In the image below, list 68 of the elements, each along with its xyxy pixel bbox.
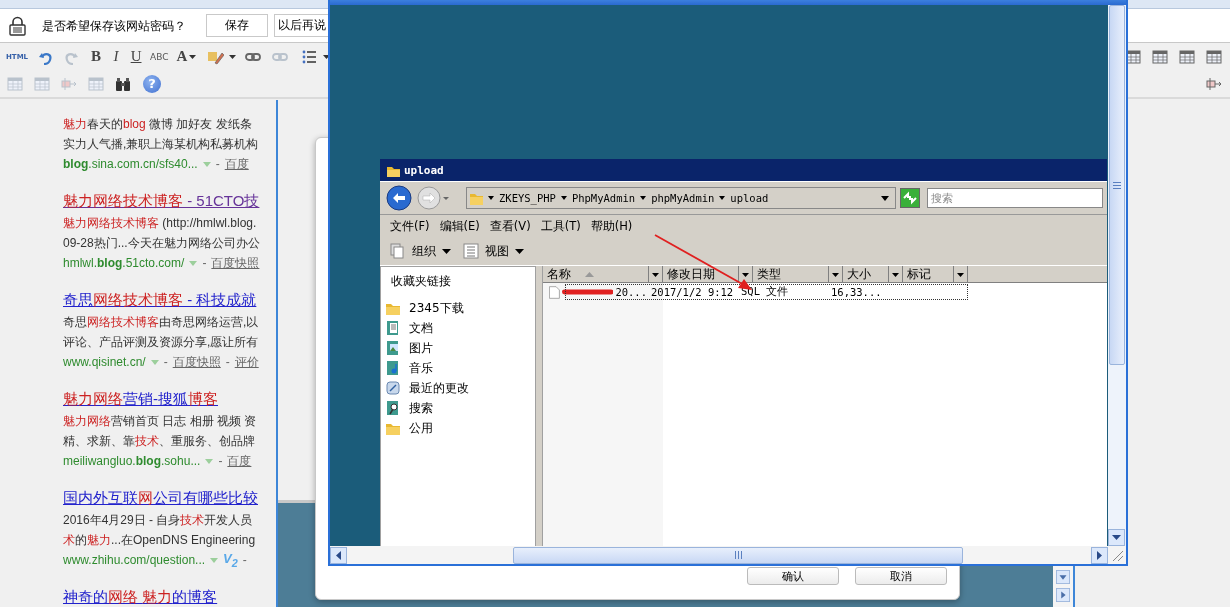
later-button[interactable]: 以后再说	[274, 14, 330, 37]
result-url: hmlwl.blog.51cto.com/	[63, 256, 185, 270]
separator-dash: -	[163, 355, 168, 369]
result-snippet: 术的魅力...在OpenDNS Engineering	[63, 532, 256, 549]
favorite-item[interactable]: 2345下载	[385, 298, 464, 318]
format-button[interactable]: U	[128, 45, 145, 68]
result-url: www.zhihu.com/question...	[63, 553, 206, 567]
format-button[interactable]: ABC	[148, 45, 171, 68]
column-header[interactable]: 名称	[543, 266, 649, 282]
favorite-item[interactable]: 最近的更改	[385, 378, 469, 398]
breadcrumb-item[interactable]: upload	[730, 192, 769, 204]
breadcrumb-item[interactable]: ZKEYS_PHP	[499, 192, 556, 204]
menu-item[interactable]: 查看(V)	[489, 218, 531, 234]
result-title-link[interactable]: 魅力网络营销-搜狐博客	[63, 390, 218, 408]
result-snippet: 魅力网络技术博客 (http://hmlwl.blog.	[63, 215, 257, 232]
result-url: www.qisinet.cn/	[63, 355, 146, 369]
result-snippet: 奇思网络技术博客由奇思网络运营,以	[63, 314, 259, 331]
save-button[interactable]: 保存	[206, 14, 268, 37]
result-snippet: 魅力网络营销首页 日志 相册 视频 资	[63, 413, 257, 430]
result-snippet: 精、求新、靠技术、重服务、创品牌	[63, 433, 255, 450]
separator-dash: -	[215, 157, 220, 171]
result-url: meiliwangluo.blog.sohu...	[63, 454, 201, 468]
file-modified-date: 2017/1/2 9:12	[650, 286, 735, 298]
window-title: upload	[404, 163, 444, 177]
breadcrumb-item[interactable]: PhpMyAdmin	[571, 192, 636, 204]
favorite-item[interactable]: 音乐	[385, 358, 433, 378]
result-snippet: 09-28热门...今天在魅力网络公司办公	[63, 235, 260, 252]
breadcrumb-item[interactable]: phpMyAdmin	[651, 192, 715, 204]
search-field[interactable]: 搜索	[927, 188, 1103, 208]
v-rank-label: V$_{2}$	[223, 551, 238, 569]
favorite-item[interactable]: 文档	[385, 318, 433, 338]
password-prompt: 是否希望保存该网站密码？	[42, 17, 186, 34]
favorite-item[interactable]: 图片	[385, 338, 433, 358]
separator-dash: -	[225, 355, 230, 369]
menu-item[interactable]: 帮助(H)	[590, 218, 633, 234]
toolbar-button[interactable]: 视图	[463, 242, 524, 260]
column-header[interactable]: 大小	[843, 266, 889, 282]
separator-dash: -	[202, 256, 207, 270]
separator-dash: -	[242, 553, 247, 567]
confirm-button[interactable]: 确认	[747, 567, 839, 585]
result-snippet: 魅力春天的blog 微博 加好友 发纸条	[63, 116, 252, 133]
address-bar[interactable]: ZKEYS_PHP PhpMyAdmin phpMyAdmin upload	[466, 187, 896, 209]
format-button[interactable]: B	[88, 45, 105, 68]
snapshot-link[interactable]: 百度快照	[172, 353, 221, 371]
menu-item[interactable]: 编辑(E)	[439, 218, 480, 234]
result-url: blog.sina.com.cn/sfs40...	[63, 157, 198, 171]
column-header[interactable]: 标记	[903, 266, 954, 282]
file-name: 20...	[615, 286, 647, 298]
menu-item[interactable]: 文件(F)	[390, 218, 430, 234]
file-size: 16,33...	[830, 286, 883, 298]
column-header[interactable]: 类型	[753, 266, 829, 282]
cancel-button[interactable]: 取消	[855, 567, 947, 585]
format-button[interactable]: I	[108, 45, 125, 68]
separator-dash: -	[218, 454, 223, 468]
toolbar-button[interactable]: 组织	[390, 242, 451, 260]
column-header[interactable]: 修改日期	[663, 266, 739, 282]
snapshot-link[interactable]: 百度	[224, 155, 249, 173]
pane-heading: 收藏夹链接	[391, 273, 452, 290]
result-snippet: 2016年4月29日 - 自身技术开发人员	[63, 512, 253, 529]
snapshot-link[interactable]: 百度	[227, 452, 252, 470]
snapshot-link[interactable]: 评价	[234, 353, 259, 371]
menu-item[interactable]: 工具(T)	[540, 218, 581, 234]
format-button[interactable]: A	[174, 45, 199, 68]
result-snippet: 实力人气播,兼职上海某机构私募机构	[63, 136, 259, 153]
favorite-item[interactable]: 公用	[385, 418, 433, 438]
result-snippet: 评论、产品评测及资源分享,愿让所有	[63, 334, 259, 351]
favorite-item[interactable]: 搜索	[385, 398, 433, 418]
snapshot-link[interactable]: 百度快照	[211, 254, 260, 272]
